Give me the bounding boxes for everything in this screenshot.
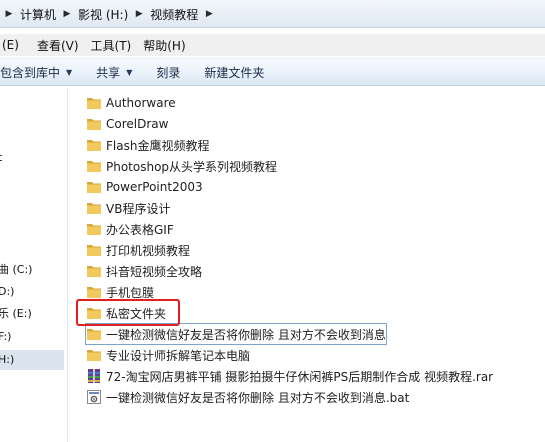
bat-file-icon — [86, 389, 102, 405]
list-item[interactable]: 一键检测微信好友是否将你删除 且对方不会收到消息.bat — [86, 387, 409, 407]
list-item[interactable]: PowerPoint2003 — [86, 177, 203, 197]
list-item[interactable]: 一键检测微信好友是否将你删除 且对方不会收到消息 — [85, 323, 387, 345]
list-item[interactable]: Authorware — [86, 93, 176, 113]
folder-icon — [86, 284, 102, 300]
rar-archive-icon — [86, 368, 102, 384]
file-name: Photoshop从头学系列视频教程 — [106, 159, 278, 174]
chevron-right-icon[interactable]: ▶ — [200, 9, 218, 19]
file-name: 72-淘宝网店男裤平铺 摄影拍摄牛仔休闲裤PS后期制作合成 视频教程.rar — [106, 369, 494, 384]
chevron-right-icon[interactable]: ▶ — [130, 9, 148, 19]
red-highlight-annotation — [76, 299, 180, 326]
menu-bar: (E) 查看(V) 工具(T) 帮助(H) — [0, 34, 545, 56]
navigation-pane[interactable]: t 曲 (C:) D:) 乐 (E:) F:) H:) — [0, 88, 68, 442]
nav-item-drive-d[interactable]: D:) — [0, 282, 14, 302]
include-in-library-label: 包含到库中 — [0, 65, 61, 80]
menu-edit[interactable]: (E) — [0, 38, 25, 52]
nav-item-drive-f[interactable]: F:) — [0, 327, 11, 347]
file-list[interactable]: Authorware CorelDraw Flash金鹰视频教程 Photosh… — [70, 88, 545, 442]
include-in-library-button[interactable]: 包含到库中 ▼ — [0, 64, 84, 81]
chevron-right-icon[interactable]: ▶ — [0, 9, 18, 19]
chevron-right-icon[interactable]: ▶ — [58, 9, 76, 19]
folder-icon — [86, 242, 102, 258]
list-item[interactable]: 抖音短视频全攻略 — [86, 261, 202, 281]
breadcrumb-drive-h[interactable]: 影视 (H:) — [76, 6, 130, 23]
folder-icon — [86, 158, 102, 174]
nav-item-drive-h[interactable]: H:) — [0, 350, 64, 370]
file-name: 抖音短视频全攻略 — [106, 264, 203, 279]
chevron-down-icon: ▼ — [66, 67, 73, 77]
list-item[interactable]: 打印机视频教程 — [86, 240, 190, 260]
file-name: CorelDraw — [106, 117, 169, 131]
menu-help[interactable]: 帮助(H) — [137, 37, 191, 54]
folder-icon — [86, 95, 102, 111]
file-name: 专业设计师拆解笔记本电脑 — [106, 348, 251, 363]
file-name: VB程序设计 — [106, 201, 171, 216]
folder-icon — [86, 347, 102, 363]
list-item[interactable]: 72-淘宝网店男裤平铺 摄影拍摄牛仔休闲裤PS后期制作合成 视频教程.rar — [86, 366, 493, 386]
nav-item[interactable]: t — [0, 148, 2, 168]
list-item[interactable]: Photoshop从头学系列视频教程 — [86, 156, 277, 176]
share-button[interactable]: 共享 ▼ — [84, 64, 144, 81]
folder-icon — [86, 326, 102, 342]
folder-icon — [86, 137, 102, 153]
file-name: 一键检测微信好友是否将你删除 且对方不会收到消息.bat — [106, 390, 410, 405]
file-name: 打印机视频教程 — [106, 243, 191, 258]
file-name: Authorware — [106, 96, 176, 110]
file-name: 一键检测微信好友是否将你删除 且对方不会收到消息 — [106, 327, 386, 342]
list-item[interactable]: 办公表格GIF — [86, 219, 174, 239]
list-item[interactable]: VB程序设计 — [86, 198, 170, 218]
command-bar: 包含到库中 ▼ 共享 ▼ 刻录 新建文件夹 — [0, 58, 545, 86]
folder-icon — [86, 200, 102, 216]
folder-icon — [86, 263, 102, 279]
nav-item-drive-c[interactable]: 曲 (C:) — [0, 260, 32, 280]
new-folder-button[interactable]: 新建文件夹 — [192, 64, 276, 81]
folder-icon — [86, 221, 102, 237]
breadcrumb: ▶ 计算机 ▶ 影视 (H:) ▶ 视频教程 ▶ — [0, 3, 218, 25]
nav-item-drive-e[interactable]: 乐 (E:) — [0, 304, 32, 324]
folder-icon — [86, 179, 102, 195]
list-item[interactable]: Flash金鹰视频教程 — [86, 135, 209, 155]
breadcrumb-video-tutorials[interactable]: 视频教程 — [148, 6, 200, 23]
file-name: PowerPoint2003 — [106, 180, 203, 194]
burn-button[interactable]: 刻录 — [144, 64, 192, 81]
file-name: Flash金鹰视频教程 — [106, 138, 210, 153]
menu-tools[interactable]: 工具(T) — [85, 37, 138, 54]
share-label: 共享 — [96, 65, 121, 80]
menu-view[interactable]: 查看(V) — [31, 37, 85, 54]
list-item[interactable]: CorelDraw — [86, 114, 168, 134]
file-name: 办公表格GIF — [106, 222, 174, 237]
address-bar[interactable]: ▶ 计算机 ▶ 影视 (H:) ▶ 视频教程 ▶ — [0, 0, 545, 28]
breadcrumb-computer[interactable]: 计算机 — [18, 6, 58, 23]
chevron-down-icon: ▼ — [126, 67, 133, 77]
folder-icon — [86, 116, 102, 132]
file-name: 手机包膜 — [106, 285, 155, 300]
list-item[interactable]: 专业设计师拆解笔记本电脑 — [86, 345, 250, 365]
